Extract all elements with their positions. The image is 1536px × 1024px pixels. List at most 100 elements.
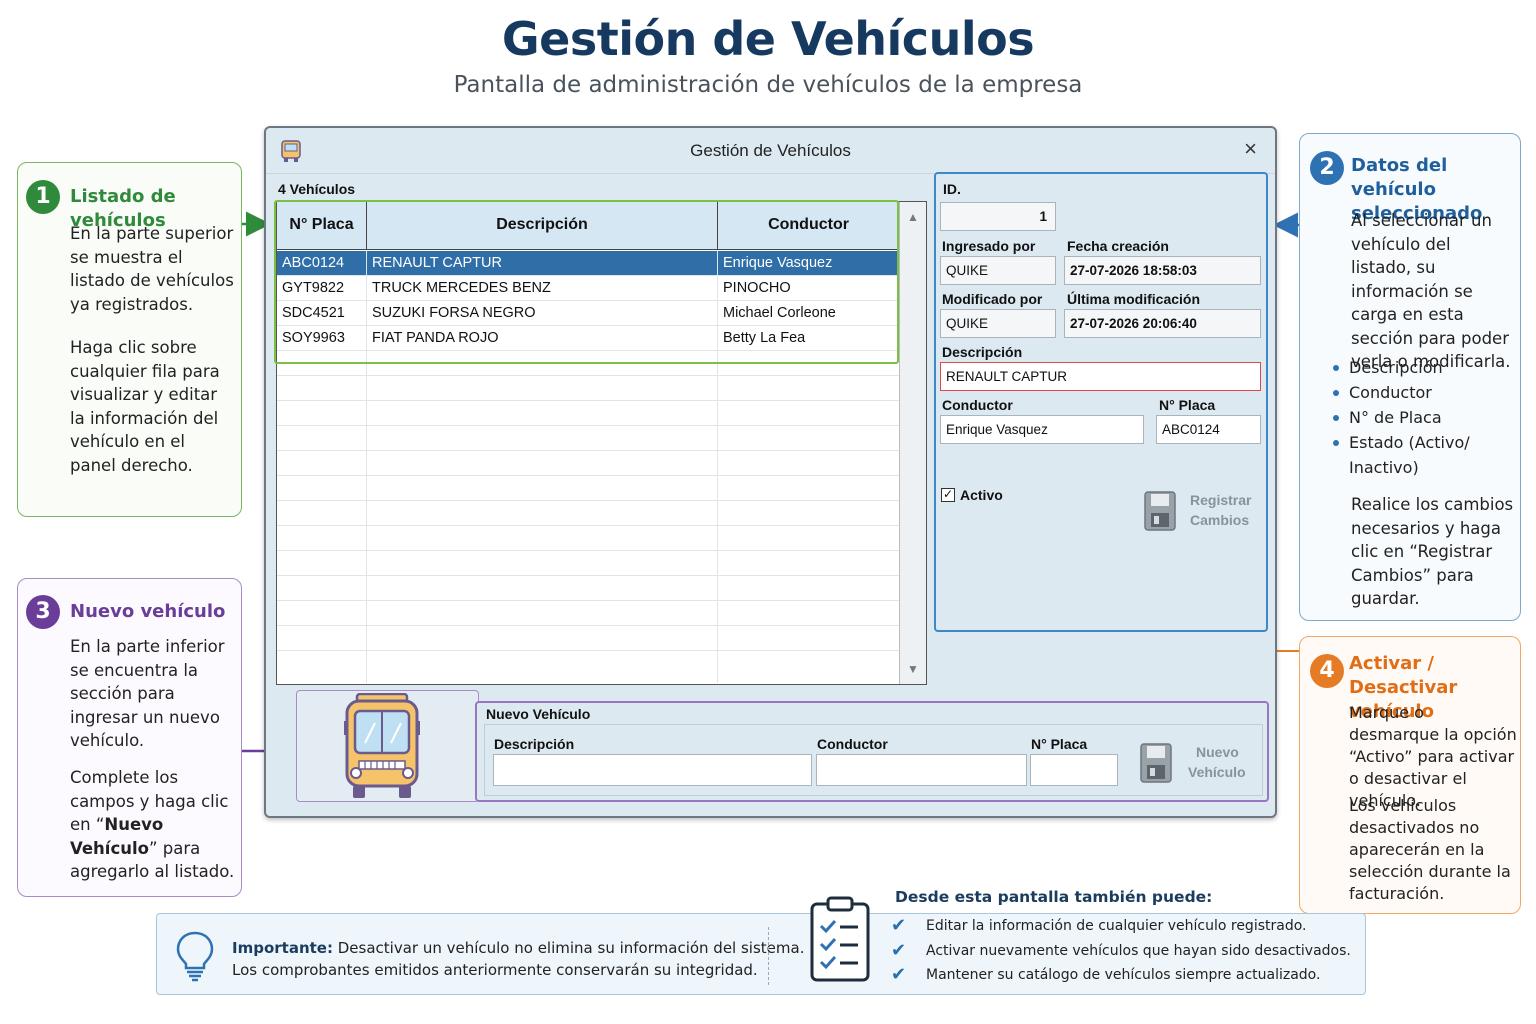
cell-descripcion: FIAT PANDA ROJO — [367, 326, 718, 351]
callout-datos-text1: Al seleccionar un vehículo del listado, … — [1351, 211, 1511, 371]
list-item: ✔ Activar nuevamente vehículos que hayan … — [891, 939, 1351, 964]
nuevo-vehiculo-button[interactable]: Nuevo Vehículo — [1136, 740, 1256, 786]
table-row-empty — [277, 426, 899, 451]
new-descripcion-input[interactable] — [493, 754, 812, 786]
cell-placa: GYT9822 — [277, 276, 367, 301]
callout-nuevo-text1: En la parte inferior se encuentra la sec… — [70, 637, 225, 750]
callout-listado-text1: En la parte superior se muestra el lista… — [70, 224, 234, 314]
cell-placa: ABC0124 — [277, 251, 367, 276]
list-item: Estado (Activo/ Inactivo) — [1331, 430, 1471, 480]
activo-label: Activo — [960, 487, 1003, 503]
window-title: Gestión de Vehículos — [690, 141, 851, 160]
list-item: ✔ Mantener su catálogo de vehículos siemp… — [891, 963, 1351, 988]
important-note: Importante: Desactivar un vehículo no el… — [232, 939, 805, 979]
cell-descripcion: TRUCK MERCEDES BENZ — [367, 276, 718, 301]
cell-descripcion: SUZUKI FORSA NEGRO — [367, 301, 718, 326]
ingresado-label: Ingresado por — [942, 238, 1036, 254]
registrar-label-1: Registrar — [1190, 492, 1252, 508]
registrar-cambios-button[interactable]: Registrar Cambios — [1140, 488, 1260, 534]
callout-number-2: 2 — [1310, 151, 1344, 185]
cell-placa: SDC4521 — [277, 301, 367, 326]
vehicle-table: N° Placa Descripción Conductor ABC0124 R… — [276, 201, 927, 685]
also-title: Desde esta pantalla también puede: — [891, 888, 1217, 906]
new-conductor-input[interactable] — [816, 754, 1027, 786]
callout-datos-text2: Realice los cambios necesarios y haga cl… — [1351, 495, 1514, 608]
registrar-label-2: Cambios — [1190, 512, 1250, 528]
column-header-conductor[interactable]: Conductor — [718, 202, 899, 250]
callout-nuevo-title: Nuevo vehículo — [70, 601, 226, 622]
close-icon[interactable]: × — [1244, 136, 1257, 162]
new-descripcion-label: Descripción — [494, 736, 575, 752]
scroll-down-icon[interactable]: ▼ — [902, 658, 924, 680]
clipboard-checklist-icon — [810, 896, 870, 982]
nuevo-label-2: Vehículo — [1188, 764, 1246, 780]
list-item: Conductor — [1331, 380, 1511, 405]
column-header-descripcion[interactable]: Descripción — [367, 202, 718, 250]
fecha-creacion-field: 27-07-2026 18:58:03 — [1064, 256, 1261, 285]
table-row-empty — [277, 451, 899, 476]
cell-conductor: Michael Corleone — [723, 305, 836, 321]
table-header: N° Placa Descripción Conductor — [277, 202, 899, 250]
table-row-empty — [277, 576, 899, 601]
bus-illustration-panel — [296, 690, 479, 802]
modificado-field: QUIKE — [940, 309, 1056, 338]
new-placa-input[interactable] — [1030, 754, 1118, 786]
ultima-mod-field: 27-07-2026 20:06:40 — [1064, 309, 1261, 338]
new-vehicle-title: Nuevo Vehículo — [486, 706, 591, 722]
table-row-empty — [277, 526, 899, 551]
id-field: 1 — [940, 202, 1056, 231]
ultima-mod-label: Última modificación — [1067, 291, 1201, 307]
scroll-up-icon[interactable]: ▲ — [902, 206, 924, 228]
table-row-empty — [277, 651, 899, 683]
floppy-disk-icon — [1140, 743, 1172, 783]
ingresado-field: QUIKE — [940, 256, 1056, 285]
floppy-disk-icon — [1144, 491, 1176, 531]
check-icon: ✔ — [891, 915, 907, 936]
fecha-creacion-label: Fecha creación — [1067, 238, 1169, 254]
table-scrollbar[interactable]: ▲ ▼ — [899, 202, 926, 684]
table-row-empty — [277, 351, 899, 376]
list-item: N° de Placa — [1331, 405, 1511, 430]
list-item: ✔ Editar la información de cualquier vehí… — [891, 914, 1351, 939]
divider — [768, 927, 769, 985]
modificado-label: Modificado por — [942, 291, 1043, 307]
table-row[interactable]: ABC0124 RENAULT CAPTUR Enrique Vasquez — [277, 251, 899, 276]
conductor-input[interactable]: Enrique Vasquez — [940, 415, 1144, 444]
table-row-empty — [277, 501, 899, 526]
placa-label: N° Placa — [1159, 397, 1216, 413]
check-icon: ✔ — [891, 964, 907, 985]
cell-conductor: Betty La Fea — [723, 330, 806, 346]
conductor-label: Conductor — [942, 397, 1013, 413]
callout-nuevo-text2: Complete los campos y haga clic en “Nuev… — [70, 768, 235, 881]
nuevo-label-1: Nuevo — [1196, 744, 1239, 760]
callout-activar-text2: Los vehículos desactivados no aparecerán… — [1349, 796, 1511, 903]
column-header-placa[interactable]: N° Placa — [277, 202, 367, 250]
table-row-empty — [277, 376, 899, 401]
cell-conductor: PINOCHO — [723, 280, 791, 296]
callout-number-1: 1 — [26, 180, 60, 214]
table-row[interactable]: SDC4521 SUZUKI FORSA NEGRO Michael Corle… — [277, 301, 899, 326]
lightbulb-icon — [176, 931, 214, 982]
table-row-empty — [277, 626, 899, 651]
window-titlebar: Gestión de Vehículos × — [266, 128, 1275, 174]
cell-descripcion: RENAULT CAPTUR — [367, 251, 718, 276]
callout-listado-text2: Haga clic sobre cualquier fila para visu… — [70, 338, 220, 475]
table-row-empty — [277, 601, 899, 626]
id-label: ID. — [943, 181, 961, 197]
descripcion-input[interactable]: RENAULT CAPTUR — [940, 362, 1261, 391]
bus-icon — [344, 693, 420, 798]
check-icon: ✔ — [891, 939, 907, 961]
table-row[interactable]: SOY9963 FIAT PANDA ROJO Betty La Fea — [277, 326, 899, 351]
cell-conductor: Enrique Vasquez — [723, 255, 833, 271]
activo-checkbox[interactable]: ✓ — [941, 488, 955, 502]
table-row-empty — [277, 401, 899, 426]
table-row-empty — [277, 551, 899, 576]
also-list: ✔ Editar la información de cualquier vehí… — [891, 914, 1351, 988]
new-placa-label: N° Placa — [1031, 736, 1088, 752]
descripcion-label: Descripción — [942, 344, 1023, 360]
cell-placa: SOY9963 — [277, 326, 367, 351]
placa-input[interactable]: ABC0124 — [1156, 415, 1261, 444]
vehicle-count: 4 Vehículos — [278, 181, 356, 197]
table-row[interactable]: GYT9822 TRUCK MERCEDES BENZ PINOCHO — [277, 276, 899, 301]
list-item: Descripción — [1331, 355, 1511, 380]
